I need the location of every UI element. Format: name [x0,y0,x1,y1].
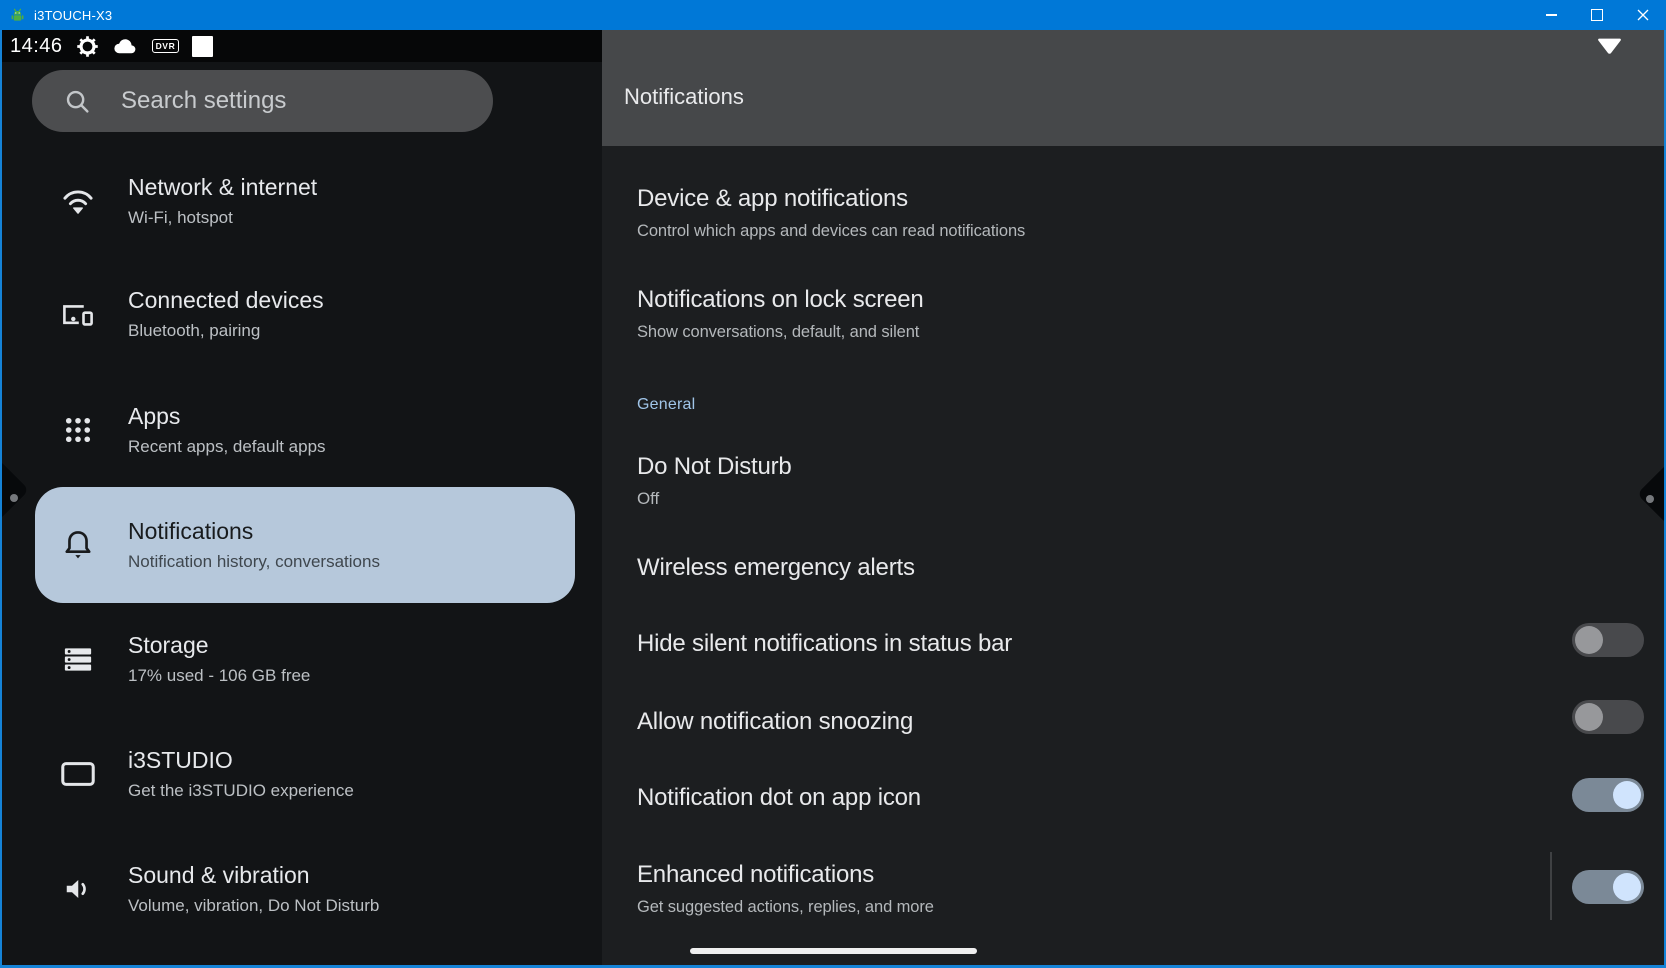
row-title: Wireless emergency alerts [637,555,1537,581]
sidebar-item-text: Network & internet Wi-Fi, hotspot [128,174,317,228]
minimize-button[interactable] [1528,0,1574,30]
row-device-app-notifications[interactable]: Device & app notifications Control which… [637,186,1537,241]
sidebar-item-label: i3STUDIO [128,747,354,774]
window-title: i3TOUCH-X3 [34,8,112,23]
apps-grid-icon [60,416,96,444]
sidebar-item-sublabel: Volume, vibration, Do Not Disturb [128,896,379,916]
sidebar-item-i3studio[interactable]: i3STUDIO Get the i3STUDIO experience [35,716,575,832]
row-title: Device & app notifications [637,186,1537,212]
row-subtitle: Get suggested actions, replies, and more [637,897,1537,917]
sidebar-item-text: Sound & vibration Volume, vibration, Do … [128,862,379,916]
sidebar-item-text: Apps Recent apps, default apps [128,403,326,457]
status-clock: 14:46 [10,35,63,58]
toggle-allow-snoozing[interactable] [1572,700,1644,734]
panel-header: Notifications [602,30,1664,146]
minimize-icon [1546,14,1557,16]
window-border-left [0,30,2,968]
horizontal-scrollbar[interactable] [690,948,977,954]
row-title: Hide silent notifications in status bar [637,631,1537,657]
toggle-hide-silent-notifications[interactable] [1572,623,1644,657]
speaker-icon [60,875,96,903]
row-subtitle: Control which apps and devices can read … [637,221,1537,241]
sidebar-item-network[interactable]: Network & internet Wi-Fi, hotspot [35,143,575,259]
page-title: Notifications [624,84,744,110]
android-status-bar: 14:46 DVR [0,30,602,62]
app-window: i3TOUCH-X3 14:46 [0,0,1666,968]
row-title: Do Not Disturb [637,454,1537,480]
sidebar-item-sublabel: Wi-Fi, hotspot [128,208,317,228]
sidebar-item-text: Storage 17% used - 106 GB free [128,632,310,686]
section-header-general: General [637,396,695,414]
storage-icon [60,646,96,673]
row-do-not-disturb[interactable]: Do Not Disturb Off [637,454,1537,509]
settings-sidebar: 14:46 DVR Search se [0,30,602,968]
maximize-button[interactable] [1574,0,1620,30]
devices-icon [60,300,96,329]
bell-icon [60,529,96,561]
maximize-icon [1591,9,1603,21]
search-icon [64,88,91,115]
white-square-icon [192,36,213,57]
wifi-full-icon [1597,37,1622,60]
sidebar-item-apps[interactable]: Apps Recent apps, default apps [35,372,575,488]
sidebar-item-label: Storage [128,632,310,659]
sidebar-item-connected-devices[interactable]: Connected devices Bluetooth, pairing [35,256,575,372]
row-subtitle: Off [637,489,1537,509]
sidebar-item-text: Connected devices Bluetooth, pairing [128,287,324,341]
sidebar-item-sublabel: Bluetooth, pairing [128,321,324,341]
wifi-icon [60,188,96,214]
row-subtitle: Show conversations, default, and silent [637,322,1537,342]
settings-gear-icon [76,35,99,58]
android-logo-icon [9,7,26,24]
sidebar-item-sublabel: 17% used - 106 GB free [128,666,310,686]
sidebar-item-notifications[interactable]: Notifications Notification history, conv… [35,487,575,603]
sidebar-item-sublabel: Get the i3STUDIO experience [128,781,354,801]
row-hide-silent-notifications[interactable]: Hide silent notifications in status bar [637,631,1537,657]
row-title: Allow notification snoozing [637,709,1537,735]
sidebar-item-label: Notifications [128,518,380,545]
cloud-icon [112,37,139,56]
left-edge-handle-dot [10,494,18,502]
sidebar-item-label: Apps [128,403,326,430]
toggle-knob [1613,781,1641,809]
board-icon [60,760,96,788]
row-enhanced-notifications[interactable]: Enhanced notifications Get suggested act… [637,862,1537,917]
sidebar-item-label: Sound & vibration [128,862,379,889]
toggle-knob [1575,703,1603,731]
close-button[interactable] [1620,0,1666,30]
row-title: Notification dot on app icon [637,785,1537,811]
sidebar-item-storage[interactable]: Storage 17% used - 106 GB free [35,601,575,717]
notifications-panel: Notifications Device & app notifications… [602,30,1664,968]
row-notifications-lock-screen[interactable]: Notifications on lock screen Show conver… [637,287,1537,342]
sidebar-item-sublabel: Notification history, conversations [128,552,380,572]
sidebar-item-label: Connected devices [128,287,324,314]
row-title: Notifications on lock screen [637,287,1537,313]
row-wireless-emergency-alerts[interactable]: Wireless emergency alerts [637,555,1537,581]
close-icon [1637,9,1649,21]
sidebar-item-text: i3STUDIO Get the i3STUDIO experience [128,747,354,801]
window-controls [1528,0,1666,30]
toggle-enhanced-notifications[interactable] [1572,870,1644,904]
row-notification-dot[interactable]: Notification dot on app icon [637,785,1537,811]
sidebar-item-sound[interactable]: Sound & vibration Volume, vibration, Do … [35,831,575,947]
right-edge-handle-dot [1646,495,1654,503]
dvr-badge: DVR [152,39,180,54]
row-allow-notification-snoozing[interactable]: Allow notification snoozing [637,709,1537,735]
sidebar-item-label: Network & internet [128,174,317,201]
window-titlebar: i3TOUCH-X3 [0,0,1666,30]
sidebar-item-sublabel: Recent apps, default apps [128,437,326,457]
toggle-notification-dot[interactable] [1572,778,1644,812]
toggle-knob [1575,626,1603,654]
row-title: Enhanced notifications [637,862,1537,888]
search-placeholder: Search settings [121,87,286,115]
toggle-knob [1613,873,1641,901]
toggle-divider [1550,852,1552,920]
sidebar-item-text: Notifications Notification history, conv… [128,518,380,572]
search-input[interactable]: Search settings [32,70,493,132]
